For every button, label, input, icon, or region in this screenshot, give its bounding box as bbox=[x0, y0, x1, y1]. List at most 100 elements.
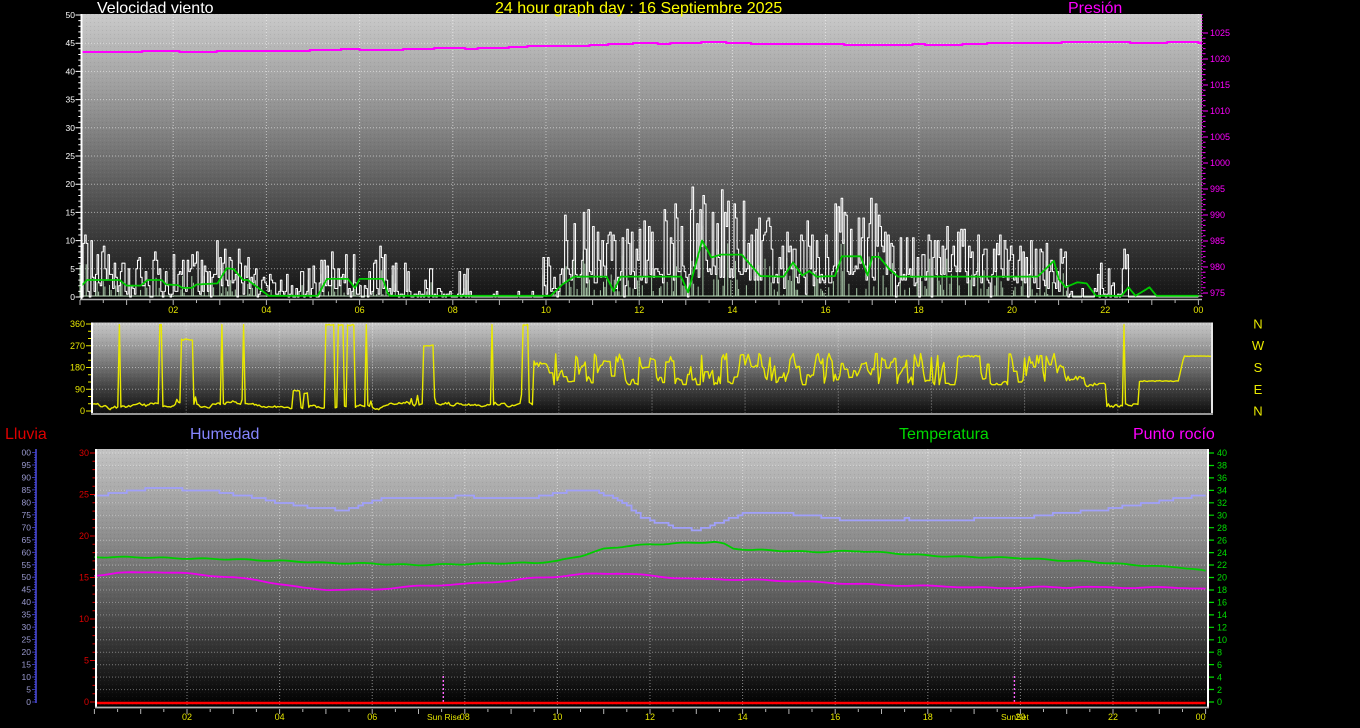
svg-text:14: 14 bbox=[1217, 610, 1227, 620]
svg-text:12: 12 bbox=[1217, 623, 1227, 633]
svg-text:18: 18 bbox=[914, 305, 924, 315]
svg-text:00: 00 bbox=[1193, 305, 1203, 315]
svg-text:Temperatura: Temperatura bbox=[899, 426, 989, 443]
svg-text:15: 15 bbox=[66, 207, 76, 217]
svg-text:26: 26 bbox=[1217, 535, 1227, 545]
svg-text:80: 80 bbox=[22, 497, 32, 507]
svg-text:40: 40 bbox=[22, 597, 32, 607]
svg-text:22: 22 bbox=[1100, 305, 1110, 315]
svg-text:10: 10 bbox=[541, 305, 551, 315]
svg-text:18: 18 bbox=[1217, 585, 1227, 595]
svg-text:20: 20 bbox=[22, 647, 32, 657]
svg-text:1005: 1005 bbox=[1210, 132, 1230, 142]
svg-text:70: 70 bbox=[22, 522, 32, 532]
svg-text:06: 06 bbox=[367, 712, 377, 722]
svg-text:20: 20 bbox=[79, 531, 89, 541]
svg-text:04: 04 bbox=[261, 305, 271, 315]
svg-text:E: E bbox=[1254, 382, 1263, 397]
svg-text:1015: 1015 bbox=[1210, 80, 1230, 90]
svg-text:25: 25 bbox=[66, 151, 76, 161]
svg-text:32: 32 bbox=[1217, 498, 1227, 508]
svg-text:14: 14 bbox=[727, 305, 737, 315]
svg-text:40: 40 bbox=[1217, 448, 1227, 458]
svg-text:S: S bbox=[1254, 360, 1263, 375]
svg-text:4: 4 bbox=[1217, 672, 1222, 682]
svg-text:15: 15 bbox=[79, 573, 89, 583]
svg-text:980: 980 bbox=[1210, 262, 1225, 272]
svg-text:02: 02 bbox=[182, 712, 192, 722]
svg-text:20: 20 bbox=[66, 179, 76, 189]
svg-text:50: 50 bbox=[66, 10, 76, 20]
svg-text:30: 30 bbox=[1217, 511, 1227, 521]
svg-text:02: 02 bbox=[168, 305, 178, 315]
svg-text:00: 00 bbox=[1196, 712, 1206, 722]
svg-text:12: 12 bbox=[645, 712, 655, 722]
svg-text:35: 35 bbox=[66, 95, 76, 105]
svg-text:2: 2 bbox=[1217, 685, 1222, 695]
svg-text:270: 270 bbox=[70, 341, 85, 351]
svg-text:8: 8 bbox=[1217, 647, 1222, 657]
svg-text:0: 0 bbox=[80, 406, 85, 416]
svg-text:38: 38 bbox=[1217, 461, 1227, 471]
svg-text:22: 22 bbox=[1217, 560, 1227, 570]
svg-text:40: 40 bbox=[66, 66, 76, 76]
svg-text:34: 34 bbox=[1217, 486, 1227, 496]
svg-text:30: 30 bbox=[79, 448, 89, 458]
svg-text:990: 990 bbox=[1210, 210, 1225, 220]
svg-text:0: 0 bbox=[26, 697, 31, 707]
svg-text:60: 60 bbox=[22, 547, 32, 557]
svg-text:975: 975 bbox=[1210, 288, 1225, 298]
svg-text:85: 85 bbox=[22, 485, 32, 495]
svg-text:14: 14 bbox=[738, 712, 748, 722]
svg-text:30: 30 bbox=[22, 622, 32, 632]
svg-text:25: 25 bbox=[22, 635, 32, 645]
svg-text:10: 10 bbox=[22, 672, 32, 682]
svg-text:5: 5 bbox=[26, 685, 31, 695]
svg-text:N: N bbox=[1253, 404, 1262, 419]
svg-text:Velocidad viento: Velocidad viento bbox=[97, 0, 214, 17]
svg-text:5: 5 bbox=[70, 264, 75, 274]
svg-text:10: 10 bbox=[1217, 635, 1227, 645]
svg-text:1010: 1010 bbox=[1210, 106, 1230, 116]
svg-text:1025: 1025 bbox=[1210, 28, 1230, 38]
svg-text:75: 75 bbox=[22, 510, 32, 520]
svg-text:180: 180 bbox=[70, 363, 85, 373]
svg-text:00: 00 bbox=[22, 448, 32, 458]
svg-text:995: 995 bbox=[1210, 184, 1225, 194]
svg-text:W: W bbox=[1252, 338, 1265, 353]
svg-text:06: 06 bbox=[355, 305, 365, 315]
svg-text:10: 10 bbox=[552, 712, 562, 722]
svg-text:95: 95 bbox=[22, 460, 32, 470]
svg-text:30: 30 bbox=[66, 123, 76, 133]
svg-text:16: 16 bbox=[830, 712, 840, 722]
svg-text:45: 45 bbox=[22, 585, 32, 595]
svg-text:Punto rocío: Punto rocío bbox=[1133, 426, 1215, 443]
svg-text:12: 12 bbox=[634, 305, 644, 315]
svg-text:24 hour graph day : 16 Septiem: 24 hour graph day : 16 Septiembre 2025 bbox=[495, 0, 782, 17]
svg-text:22: 22 bbox=[1108, 712, 1118, 722]
svg-text:0: 0 bbox=[84, 697, 89, 707]
svg-text:Lluvia: Lluvia bbox=[5, 426, 47, 443]
svg-text:SunSet: SunSet bbox=[1001, 712, 1030, 722]
svg-text:6: 6 bbox=[1217, 660, 1222, 670]
svg-text:10: 10 bbox=[79, 614, 89, 624]
svg-text:Presión: Presión bbox=[1068, 0, 1122, 17]
svg-text:N: N bbox=[1253, 317, 1262, 332]
svg-text:1020: 1020 bbox=[1210, 54, 1230, 64]
svg-text:10: 10 bbox=[66, 236, 76, 246]
svg-text:985: 985 bbox=[1210, 236, 1225, 246]
svg-text:35: 35 bbox=[22, 610, 32, 620]
svg-text:28: 28 bbox=[1217, 523, 1227, 533]
svg-text:20: 20 bbox=[1007, 305, 1017, 315]
svg-text:90: 90 bbox=[75, 384, 85, 394]
svg-text:45: 45 bbox=[66, 38, 76, 48]
svg-text:24: 24 bbox=[1217, 548, 1227, 558]
svg-text:25: 25 bbox=[79, 490, 89, 500]
svg-text:1000: 1000 bbox=[1210, 158, 1230, 168]
svg-text:90: 90 bbox=[22, 472, 32, 482]
svg-text:18: 18 bbox=[923, 712, 933, 722]
svg-text:0: 0 bbox=[1217, 697, 1222, 707]
svg-text:15: 15 bbox=[22, 660, 32, 670]
svg-text:0: 0 bbox=[70, 292, 75, 302]
svg-text:36: 36 bbox=[1217, 473, 1227, 483]
